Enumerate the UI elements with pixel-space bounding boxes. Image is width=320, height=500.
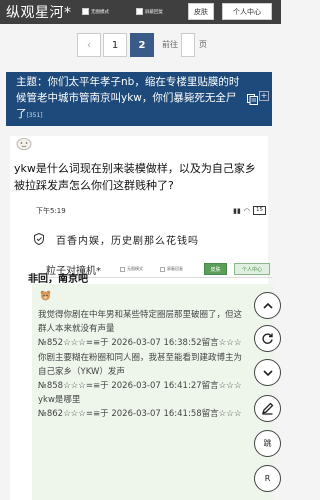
banner-title: 百香内娱，历史剧那么花钱吗 bbox=[56, 236, 199, 247]
goto-suffix: 页 bbox=[199, 40, 207, 49]
status-icons: ▮▮ ◠ 15 bbox=[233, 206, 266, 215]
refresh-button[interactable] bbox=[254, 325, 281, 352]
inner-skin-button: 皮肤 bbox=[204, 263, 227, 275]
wifi-icon: ◠ bbox=[243, 206, 250, 215]
avatar-icon bbox=[16, 138, 32, 150]
signal-icon: ▮▮ bbox=[233, 206, 241, 215]
comment-text: 我觉得你剧在中年男和某些特定圈层那里破圈了，但这群人本来就没有声量 bbox=[38, 310, 243, 335]
pencil-icon bbox=[261, 402, 274, 415]
battery-icon: 15 bbox=[253, 206, 266, 215]
refresh-icon bbox=[262, 333, 273, 344]
prev-page-button[interactable]: ‹ bbox=[77, 33, 101, 57]
top-bar: 纵观星河* 无图模式 屏蔽回复 皮肤 个人中心 bbox=[0, 0, 281, 24]
inner-no-image-label: 无图模式 bbox=[127, 266, 143, 271]
status-bar: 下午5:19 ▮▮ ◠ 15 bbox=[36, 206, 266, 218]
page-number-input[interactable] bbox=[181, 33, 195, 57]
checkbox[interactable] bbox=[82, 8, 89, 15]
skin-button[interactable]: 皮肤 bbox=[188, 3, 214, 20]
inner-banner: 百香内娱，历史剧那么花钱吗 bbox=[30, 228, 270, 258]
block-reply-label: 屏蔽回复 bbox=[145, 9, 163, 15]
r-label: R bbox=[264, 474, 271, 483]
inner-no-image-toggle: 无图模式 bbox=[120, 266, 143, 272]
copy-icon[interactable] bbox=[247, 94, 258, 105]
r-button[interactable]: R bbox=[254, 465, 281, 492]
post-content: ykw是什么词现在别来装模做样，以及为自己家乡被拉踩发声怎么你们这群贱种了? bbox=[14, 162, 256, 192]
topic-header: 主题：你们太平年孝子nb，缩在专楼里贴膜的时候管老中城市管南京叫ykw，你们暴毙… bbox=[6, 72, 272, 126]
user-center-button[interactable]: 个人中心 bbox=[222, 3, 272, 20]
block-reply-toggle[interactable]: 屏蔽回复 bbox=[136, 8, 163, 15]
no-image-toggle[interactable]: 无图模式 bbox=[82, 8, 109, 15]
status-time: 下午5:19 bbox=[36, 207, 66, 215]
expand-button[interactable]: + bbox=[259, 91, 269, 101]
comment-meta: №852☆☆☆=≡于 2026-03-07 16:38:52留言☆☆☆ bbox=[38, 338, 242, 349]
checkbox bbox=[160, 266, 165, 272]
checkbox[interactable] bbox=[136, 8, 143, 15]
jump-button[interactable]: 跳 bbox=[254, 430, 281, 457]
bear-icon bbox=[40, 290, 51, 301]
site-title[interactable]: 纵观星河* bbox=[6, 2, 72, 22]
inner-reply-area: 我觉得你剧在中年男和某些特定圈层那里破圈了，但这群人本来就没有声量 №852☆☆… bbox=[32, 284, 274, 500]
jump-label: 跳 bbox=[263, 439, 272, 448]
page-2-button[interactable]: 2 bbox=[130, 33, 154, 57]
comment-meta: №862☆☆☆=≡于 2026-03-07 16:41:58留言☆☆☆ bbox=[38, 409, 242, 420]
final-reply: 非回，南京吧 bbox=[28, 274, 88, 285]
comment-text: 你剧主要糊在粉圈和同人圈，我甚至能看到建政博主为自己家乡（YKW）发声 bbox=[38, 352, 243, 377]
shield-icon bbox=[34, 233, 44, 245]
comment-meta: №858☆☆☆=≡于 2026-03-07 16:41:27留言☆☆☆ bbox=[38, 381, 242, 392]
chevron-up-icon bbox=[262, 302, 273, 309]
embedded-screenshot: 下午5:19 ▮▮ ◠ 15 百香内娱，历史剧那么花钱吗 粒子对撞机* 无图模式… bbox=[14, 206, 274, 500]
scroll-down-button[interactable] bbox=[254, 359, 281, 386]
chevron-down-icon bbox=[262, 369, 273, 376]
page-1-button[interactable]: 1 bbox=[103, 33, 127, 57]
no-image-label: 无图模式 bbox=[91, 9, 109, 15]
inner-user-center-button: 个人中心 bbox=[234, 263, 270, 275]
checkbox bbox=[120, 266, 125, 272]
comment-text: ykw是哪里 bbox=[38, 395, 81, 406]
inner-block-reply-label: 屏蔽回复 bbox=[167, 266, 183, 271]
inner-comment-list: 我觉得你剧在中年男和某些特定圈层那里破圈了，但这群人本来就没有声量 №852☆☆… bbox=[38, 308, 248, 422]
edit-button[interactable] bbox=[254, 395, 281, 422]
pagination: ‹ 1 2 前往 页 bbox=[0, 33, 281, 59]
reply-count: [351] bbox=[26, 112, 43, 119]
goto-prefix: 前往 bbox=[162, 40, 178, 49]
inner-block-reply-toggle: 屏蔽回复 bbox=[160, 266, 183, 272]
scroll-up-button[interactable] bbox=[254, 292, 281, 319]
topic-title: 主题：你们太平年孝子nb，缩在专楼里贴膜的时候管老中城市管南京叫ykw，你们暴毙… bbox=[16, 76, 240, 120]
